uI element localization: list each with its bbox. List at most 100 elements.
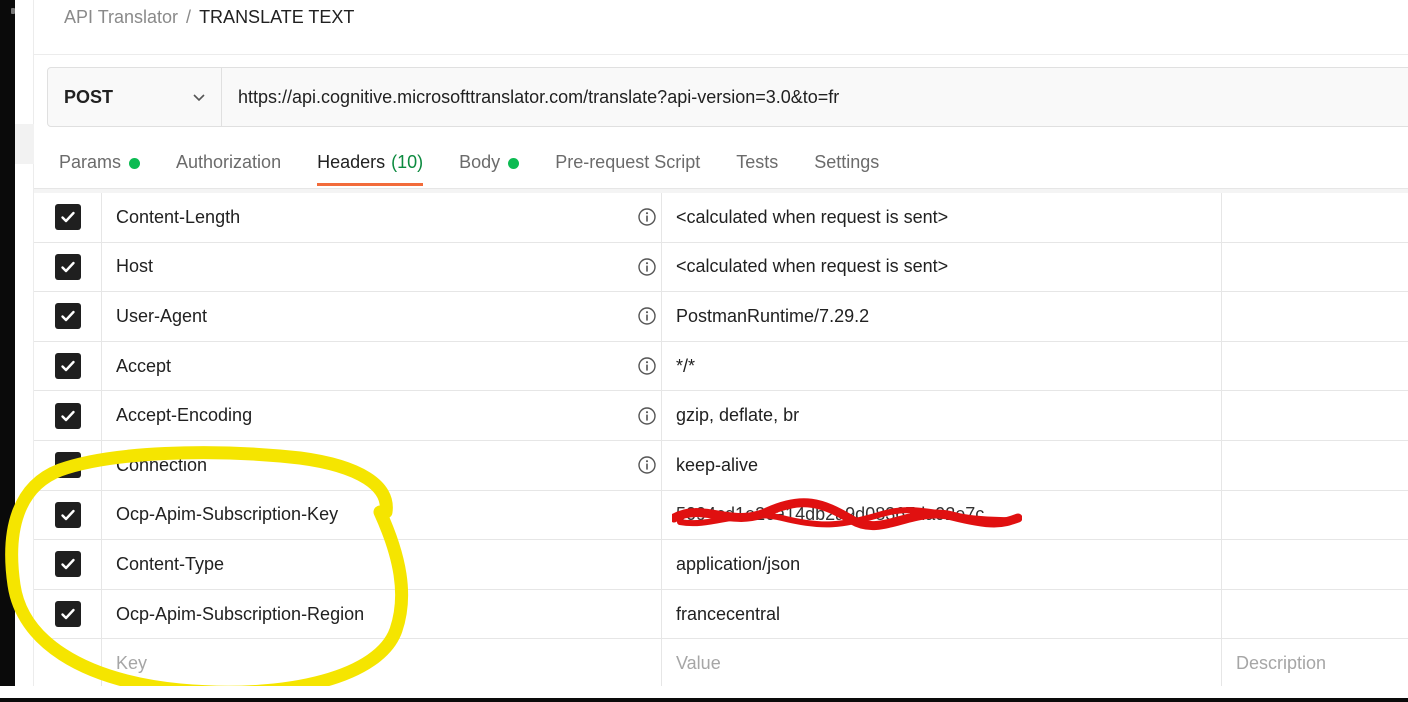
table-row: Accept-Encoding gzip, deflate, br	[34, 391, 1408, 441]
check-icon	[60, 608, 75, 620]
header-divider	[34, 54, 1408, 55]
header-value-cell[interactable]: */*	[662, 341, 1222, 391]
header-enabled-checkbox[interactable]	[54, 452, 81, 479]
tab-authorization[interactable]: Authorization	[176, 140, 281, 188]
breadcrumb-request[interactable]: TRANSLATE TEXT	[199, 7, 354, 27]
header-value-cell[interactable]: <calculated when request is sent>	[662, 242, 1222, 292]
breadcrumb-separator: /	[186, 7, 192, 27]
breadcrumb: API Translator / TRANSLATE TEXT	[64, 6, 354, 28]
header-description-cell[interactable]	[1222, 391, 1408, 440]
bottom-line	[0, 698, 1408, 702]
info-icon[interactable]	[637, 406, 657, 426]
check-icon	[60, 311, 75, 322]
redaction-scribble	[672, 498, 1022, 531]
header-description-cell[interactable]	[1222, 491, 1408, 540]
tab-params[interactable]: Params	[59, 140, 141, 188]
tab-tests[interactable]: Tests	[736, 140, 778, 188]
header-enabled-checkbox[interactable]	[54, 204, 81, 231]
tab-label: Settings	[814, 152, 880, 172]
new-key-input[interactable]: Key	[102, 639, 662, 688]
row-checkbox-cell	[34, 540, 102, 589]
header-key: Ocp-Apim-Subscription-Key	[116, 504, 339, 525]
header-key: Content-Length	[116, 206, 241, 227]
header-value-cell[interactable]: francecentral	[662, 589, 1222, 639]
header-description-cell[interactable]	[1222, 540, 1408, 589]
breadcrumb-collection[interactable]: API Translator	[64, 7, 178, 27]
header-enabled-checkbox[interactable]	[54, 253, 81, 280]
header-enabled-checkbox[interactable]	[54, 303, 81, 330]
header-key-cell[interactable]: Content-Type	[102, 540, 662, 589]
row-checkbox-cell	[34, 292, 102, 341]
tab-headers[interactable]: Headers (10)	[317, 140, 424, 188]
header-enabled-checkbox[interactable]	[54, 601, 81, 628]
header-enabled-checkbox[interactable]	[54, 402, 81, 429]
header-key-cell[interactable]: Connection	[102, 440, 662, 490]
table-row: Content-Length <calculated when request i…	[34, 193, 1408, 243]
header-key-cell[interactable]: User-Agent	[102, 292, 662, 341]
header-key-cell[interactable]: Content-Length	[102, 193, 662, 242]
row-checkbox-cell	[34, 242, 102, 292]
header-key: Accept-Encoding	[116, 405, 253, 426]
tab-label: Authorization	[176, 152, 282, 172]
gutter-selection	[15, 124, 34, 164]
sidebar-gutter	[15, 0, 34, 702]
header-value-cell[interactable]: gzip, deflate, br	[662, 391, 1222, 440]
header-enabled-checkbox[interactable]	[54, 501, 81, 528]
header-value-cell[interactable]: keep-alive	[662, 440, 1222, 490]
tab-pre-request-script[interactable]: Pre-request Script	[555, 140, 700, 188]
header-value: gzip, deflate, br	[676, 405, 800, 426]
tab-label: Headers	[317, 152, 386, 172]
header-value-cell[interactable]: 5094cd1e26a14db2a9d08367da92e7c	[662, 490, 1222, 540]
table-row: Content-Type application/json	[34, 540, 1408, 590]
info-icon[interactable]	[637, 257, 657, 277]
method-label: POST	[64, 86, 114, 107]
row-checkbox-cell	[34, 341, 102, 391]
check-icon	[60, 460, 75, 471]
header-description-cell[interactable]	[1222, 342, 1408, 391]
new-header-row: Key Value Description	[34, 639, 1408, 689]
header-value-cell[interactable]: <calculated when request is sent>	[662, 193, 1222, 242]
header-key-cell[interactable]: Host	[102, 242, 662, 292]
header-enabled-checkbox[interactable]	[54, 551, 81, 578]
header-description-cell[interactable]	[1222, 441, 1408, 490]
table-row: Accept */*	[34, 341, 1408, 392]
status-dot-icon	[129, 158, 141, 169]
header-key: User-Agent	[116, 305, 208, 326]
check-icon	[60, 509, 75, 521]
tab-body[interactable]: Body	[459, 140, 520, 188]
header-key-cell[interactable]: Accept-Encoding	[102, 391, 662, 440]
header-key-cell[interactable]: Accept	[102, 341, 662, 391]
header-key: Ocp-Apim-Subscription-Region	[116, 603, 365, 624]
header-key: Content-Type	[116, 553, 225, 574]
value-placeholder: Value	[676, 653, 721, 674]
header-description-cell[interactable]	[1222, 292, 1408, 341]
header-value: <calculated when request is sent>	[676, 206, 949, 227]
info-icon[interactable]	[637, 455, 657, 475]
header-description-cell[interactable]	[1222, 193, 1408, 242]
table-row: Ocp-Apim-Subscription-Key 5094cd1e26a14db…	[34, 490, 1408, 541]
header-value: <calculated when request is sent>	[676, 256, 949, 277]
chevron-down-icon	[193, 94, 205, 102]
method-select[interactable]: POST	[48, 68, 222, 126]
info-icon[interactable]	[637, 207, 657, 227]
header-description-cell[interactable]	[1222, 590, 1408, 639]
header-value-cell[interactable]: application/json	[662, 540, 1222, 589]
header-enabled-checkbox[interactable]	[54, 353, 81, 380]
url-input[interactable]: https://api.cognitive.microsofttranslato…	[222, 68, 1408, 126]
new-description-input[interactable]: Description	[1222, 639, 1408, 688]
new-value-input[interactable]: Value	[662, 639, 1222, 688]
url-bar: POST https://api.cognitive.microsofttran…	[47, 67, 1408, 127]
info-icon[interactable]	[637, 356, 657, 376]
header-key-cell[interactable]: Ocp-Apim-Subscription-Key	[102, 490, 662, 540]
header-key: Host	[116, 256, 154, 277]
row-checkbox-cell	[34, 639, 102, 688]
header-value: application/json	[676, 553, 801, 574]
info-icon[interactable]	[637, 306, 657, 326]
header-value-cell[interactable]: PostmanRuntime/7.29.2	[662, 292, 1222, 341]
header-key-cell[interactable]: Ocp-Apim-Subscription-Region	[102, 589, 662, 639]
check-icon	[60, 360, 75, 372]
table-row: Ocp-Apim-Subscription-Region francecentra…	[34, 589, 1408, 640]
tab-settings[interactable]: Settings	[814, 140, 879, 188]
header-description-cell[interactable]	[1222, 243, 1408, 292]
description-placeholder: Description	[1236, 653, 1327, 674]
